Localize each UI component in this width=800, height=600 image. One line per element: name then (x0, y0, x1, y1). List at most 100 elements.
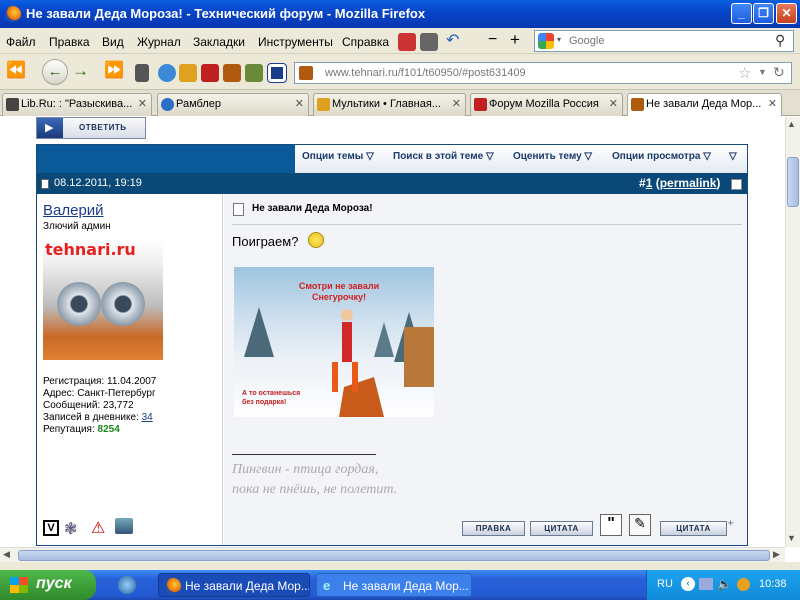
minimize-button[interactable]: _ (731, 3, 752, 24)
multiquote-button[interactable]: ЦИТАТА (660, 521, 727, 536)
scroll-left-icon[interactable]: ◀ (3, 549, 10, 560)
extra-menu[interactable]: ▽ (729, 151, 737, 162)
reply-label: ОТВЕТИТЬ (79, 123, 127, 132)
tab-mozilla-forum[interactable]: Форум Mozilla Россия ✕ (470, 93, 623, 116)
user-title: Злючий админ (43, 221, 111, 232)
title-bar[interactable]: Не завали Деда Мороза! - Технический фор… (0, 0, 800, 28)
dropdown-icon[interactable]: ▼ (758, 67, 767, 77)
post-subject-icon (233, 203, 244, 216)
tray-app-icon[interactable] (737, 578, 750, 591)
thread-tools-menu[interactable]: Опции темы ▽ (302, 151, 374, 162)
back-arrow-icon[interactable]: ‹ (681, 577, 695, 591)
reply-arrow-icon: ▶ (37, 118, 63, 138)
menu-file[interactable]: Файл (6, 35, 36, 49)
multiquote-icon[interactable]: ⁺ (727, 517, 734, 534)
undo-icon[interactable]: ↶ (446, 30, 459, 50)
tab-libru[interactable]: Lib.Ru: : "Разыскива... ✕ (2, 93, 152, 116)
scroll-right-icon[interactable]: ▶ (773, 549, 780, 560)
dropdown-icon[interactable]: ▾ (557, 35, 561, 44)
scroll-thumb[interactable] (787, 157, 799, 207)
author-name[interactable]: Валерий (43, 202, 104, 219)
volume-icon[interactable]: 🔈 (717, 577, 732, 591)
minus-icon[interactable]: − (488, 31, 497, 49)
tab-rambler[interactable]: Рамблер ✕ (157, 93, 309, 116)
close-tab-icon[interactable]: ✕ (295, 97, 304, 110)
close-tab-icon[interactable]: ✕ (452, 97, 461, 110)
mozilla-forum-icon[interactable] (201, 64, 219, 82)
vertical-scrollbar[interactable]: ▲ ▼ (785, 117, 800, 547)
clock[interactable]: 10:38 (759, 578, 787, 590)
taskbar-button-firefox[interactable]: Не завали Деда Мор... (158, 573, 310, 597)
back-button[interactable]: ← (42, 59, 68, 85)
reply-button[interactable]: ▶ ОТВЕТИТЬ (36, 117, 146, 139)
menu-help[interactable]: Справка (342, 35, 389, 49)
robot-eye-right (101, 282, 145, 326)
signature: Пингвин - птица гордая, пока не пнёшь, н… (232, 462, 398, 497)
game-image[interactable]: Смотри не завали Снегурочку! А то остане… (234, 267, 434, 417)
quicklaunch-ie-icon[interactable] (118, 576, 136, 594)
language-indicator[interactable]: RU (657, 578, 673, 590)
forward-button[interactable]: → (72, 61, 89, 81)
post-body: Не завали Деда Мороза! Поиграем? Смотри … (224, 194, 747, 545)
horizontal-scrollbar[interactable]: ◀ ▶ (0, 547, 785, 562)
start-button[interactable]: пуск (0, 570, 96, 600)
taskbar-button-ie[interactable]: e Не завали Деда Мор... (316, 573, 472, 597)
close-button[interactable]: ✕ (776, 3, 797, 24)
quick-quote-icon[interactable]: " (600, 514, 622, 536)
reload-icon[interactable]: ↻ (773, 64, 785, 81)
bookmark-star-icon[interactable]: ☆ (738, 64, 751, 82)
libru-icon[interactable] (135, 64, 149, 82)
scroll-down-icon[interactable]: ▼ (787, 533, 796, 543)
diary-link[interactable]: 34 (142, 412, 153, 423)
search-icon[interactable]: ⚲ (775, 32, 785, 49)
smile-icon (308, 232, 324, 248)
plus-icon[interactable]: + (510, 30, 520, 50)
post-number[interactable]: #1 (permalink) (639, 176, 720, 190)
menu-history[interactable]: Журнал (137, 35, 181, 49)
cartoons-icon[interactable] (179, 64, 197, 82)
close-tab-icon[interactable]: ✕ (609, 97, 618, 110)
addon-icon[interactable] (420, 33, 438, 51)
url-text[interactable]: www.tehnari.ru/f101/t60950/#post631409 (325, 67, 526, 79)
windows-logo-icon (10, 577, 28, 593)
divider (232, 224, 742, 225)
display-modes-menu[interactable]: Опции просмотра ▽ (612, 151, 711, 162)
menu-bookmarks[interactable]: Закладки (193, 35, 245, 49)
search-input[interactable] (569, 33, 769, 49)
rambler-icon[interactable] (158, 64, 176, 82)
last-page-icon[interactable]: ⏩ (104, 60, 124, 80)
verified-icon[interactable]: V (43, 520, 59, 536)
search-box[interactable]: ▾ ⚲ (534, 30, 794, 52)
address-bar[interactable]: www.tehnari.ru/f101/t60950/#post631409 ☆… (294, 62, 792, 84)
image-caption-top: Смотри не завали Снегурочку! (298, 281, 380, 302)
permalink[interactable]: permalink (660, 176, 717, 190)
ip-icon[interactable] (115, 518, 133, 534)
close-tab-icon[interactable]: ✕ (768, 97, 777, 110)
bookmark-icon[interactable] (245, 64, 263, 82)
network-icon[interactable] (699, 578, 713, 590)
scroll-up-icon[interactable]: ▲ (787, 119, 796, 129)
firefox-icon (5, 6, 21, 22)
hscroll-thumb[interactable] (18, 550, 770, 561)
google-icon[interactable] (538, 33, 554, 49)
menu-view[interactable]: Вид (102, 35, 124, 49)
rate-thread-menu[interactable]: Оценить тему ▽ (513, 151, 592, 162)
maximize-button[interactable]: ❐ (753, 3, 774, 24)
first-page-icon[interactable]: ⏪ (6, 60, 26, 80)
bookmark-p-icon[interactable] (267, 63, 287, 83)
addon-icon[interactable] (398, 33, 416, 51)
quote-button[interactable]: ЦИТАТА (530, 521, 593, 536)
reputation-icon[interactable]: ❃ (64, 519, 77, 539)
edit-button[interactable]: ПРАВКА (462, 521, 525, 536)
tab-cartoons[interactable]: Мультики • Главная... ✕ (313, 93, 466, 116)
menu-tools[interactable]: Инструменты (258, 35, 333, 49)
avatar[interactable]: tehnari.ru (43, 240, 163, 360)
tehnari-icon[interactable] (223, 64, 241, 82)
search-thread-menu[interactable]: Поиск в этой теме ▽ (393, 151, 494, 162)
tab-current[interactable]: Не завали Деда Мор... ✕ (627, 93, 782, 116)
report-icon[interactable]: ⚠ (91, 518, 105, 538)
menu-edit[interactable]: Правка (49, 35, 90, 49)
quick-edit-icon[interactable]: ✎ (629, 514, 651, 536)
close-tab-icon[interactable]: ✕ (138, 97, 147, 110)
select-post-checkbox[interactable] (731, 179, 742, 190)
